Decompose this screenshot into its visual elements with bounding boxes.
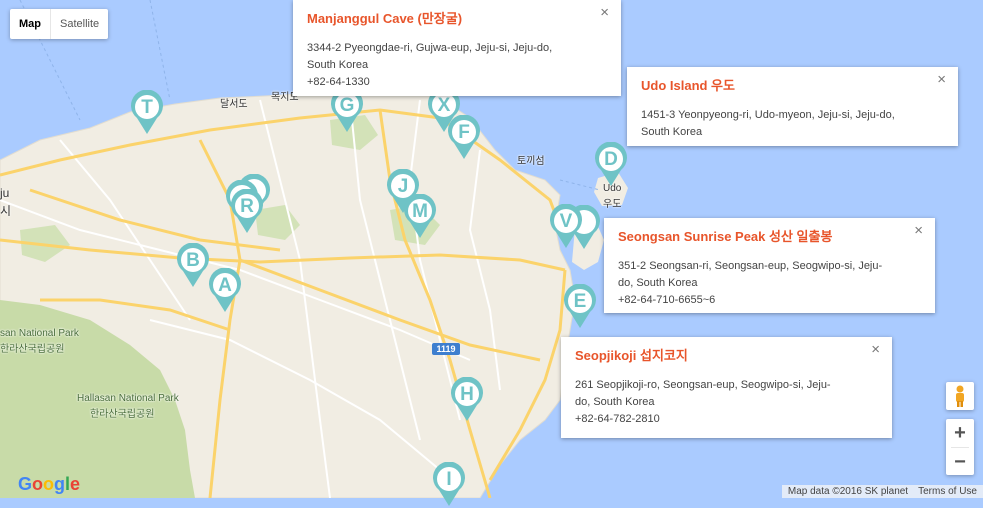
info-window-title: Udo Island 우도 [641, 78, 735, 93]
marker-label: R [240, 196, 254, 217]
map-type-map-button[interactable]: Map [10, 9, 50, 39]
info-window-address: 3344-2 Pyeongdae-ri, Gujwa-eup, Jeju-si,… [307, 42, 553, 54]
marker-label: E [573, 291, 587, 312]
map-data-credit: Map data ©2016 SK planet [787, 486, 909, 497]
marker-label: T [141, 97, 153, 118]
marker-label: H [460, 384, 474, 405]
info-window-address: South Korea [307, 59, 369, 71]
map-label-national-park-ko: 한라산국립공원 [0, 344, 65, 355]
close-icon[interactable]: × [600, 4, 609, 21]
map-label-dalseodo: 달서도 [220, 99, 248, 110]
map-type-control: Map Satellite [10, 9, 109, 39]
marker-label: A [218, 275, 232, 296]
road-shield-1119: 1119 [432, 343, 460, 355]
marker-label: B [186, 250, 200, 271]
map-marker-v[interactable]: V [548, 204, 584, 250]
map-attribution: Map data ©2016 SK planet Terms of Use [781, 485, 983, 498]
map-marker-b[interactable]: B [175, 243, 211, 289]
map-marker-t[interactable]: T [129, 90, 165, 136]
map-marker-i[interactable]: I [431, 462, 467, 508]
info-window-seopjikoji: Seopjikoji 섭지코지 261 Seopjikoji-ro, Seong… [561, 337, 892, 438]
google-logo: Google [18, 474, 81, 494]
info-window-title: Seongsan Sunrise Peak 성산 일출봉 [618, 229, 833, 244]
info-window-address: 1451-3 Yeonpyeong-ri, Udo-myeon, Jeju-si… [641, 109, 895, 121]
info-window-phone: +82-64-710-6655~6 [618, 294, 716, 306]
pegman-icon [956, 385, 964, 407]
info-window-address: 351-2 Seongsan-ri, Seongsan-eup, Seogwip… [618, 260, 883, 272]
info-window-manjanggul-cave: Manjanggul Cave (만장굴) 3344-2 Pyeongdae-r… [293, 0, 621, 96]
info-window-seongsan-sunrise-peak: Seongsan Sunrise Peak 성산 일출봉 351-2 Seong… [604, 218, 935, 313]
info-window-phone: +82-64-782-2810 [575, 413, 660, 425]
map-marker-h[interactable]: H [449, 377, 485, 423]
info-window-address: 261 Seopjikoji-ro, Seongsan-eup, Seogwip… [575, 379, 831, 391]
map-marker-a[interactable]: A [207, 268, 243, 314]
close-icon[interactable]: × [937, 71, 946, 88]
info-window-address: South Korea [641, 126, 703, 138]
map-marker-r[interactable]: R [229, 189, 265, 235]
close-icon[interactable]: × [914, 222, 923, 239]
marker-label: X [437, 95, 451, 116]
zoom-out-button[interactable]: − [946, 448, 974, 476]
marker-label: M [412, 201, 428, 222]
marker-label: V [559, 211, 573, 232]
info-window-address: do, South Korea [618, 277, 698, 289]
zoom-control: + − [946, 419, 974, 475]
close-icon[interactable]: × [871, 341, 880, 358]
map-label-hallasan-park: Hallasan National Park [77, 393, 179, 404]
street-view-pegman-button[interactable] [946, 382, 974, 410]
info-window-title: Seopjikoji 섭지코지 [575, 348, 688, 363]
terms-of-use-link[interactable]: Terms of Use [918, 486, 977, 497]
map-label-jeju-en: ju [0, 186, 10, 200]
zoom-in-button[interactable]: + [946, 419, 974, 447]
map-type-satellite-button[interactable]: Satellite [51, 9, 108, 39]
marker-label: G [339, 95, 355, 116]
map-marker-e[interactable]: E [562, 284, 598, 330]
marker-label: D [604, 149, 618, 170]
marker-label: F [458, 122, 470, 143]
map-label-hallasan-park-ko: 한라산국립공원 [90, 409, 155, 420]
map-marker-d[interactable]: D [593, 142, 629, 188]
map-marker-f[interactable]: F [446, 115, 482, 161]
map-marker-m[interactable]: M [402, 194, 438, 240]
map-label-national-park: san National Park [0, 328, 79, 339]
marker-label: I [446, 469, 452, 490]
info-window-address: do, South Korea [575, 396, 655, 408]
info-window-udo-island: Udo Island 우도 1451-3 Yeonpyeong-ri, Udo-… [627, 67, 958, 146]
info-window-title: Manjanggul Cave (만장굴) [307, 11, 463, 26]
info-window-phone: +82-64-1330 [307, 76, 370, 88]
map-label-udo-ko: 우도 [603, 199, 622, 210]
map-label-tokkiseom: 토끼섬 [517, 156, 545, 167]
map-label-jeju-ko: 시 [0, 204, 12, 218]
